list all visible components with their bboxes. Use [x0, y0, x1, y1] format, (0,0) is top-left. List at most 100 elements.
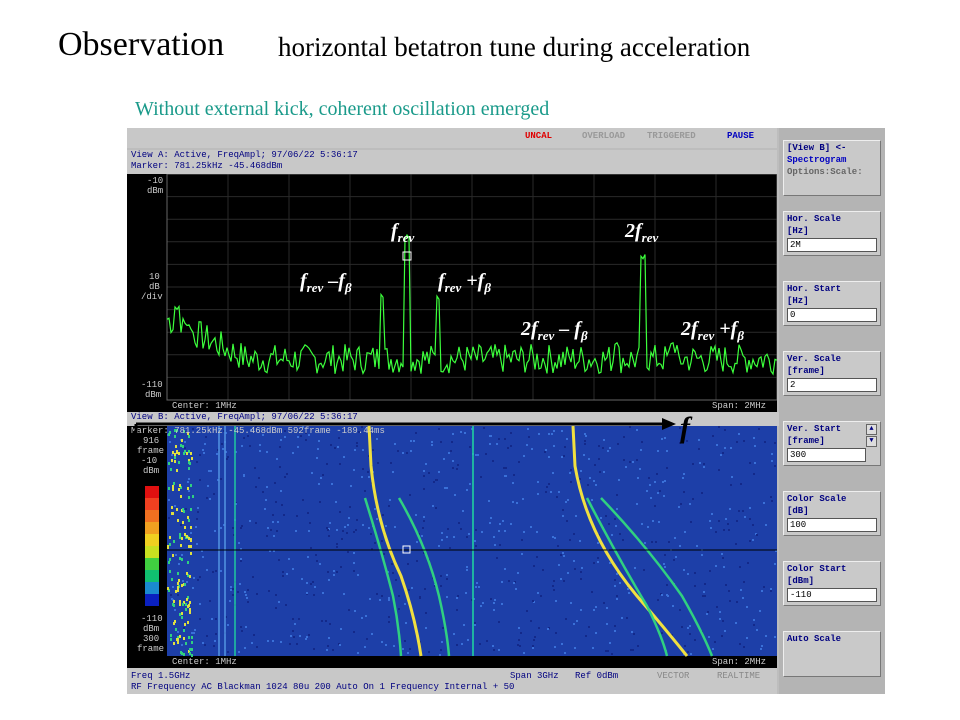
noise-dot: [397, 450, 399, 452]
edge-dot: [178, 488, 180, 491]
noise-dot: [241, 525, 243, 527]
ver-start-field[interactable]: 300: [787, 448, 866, 462]
noise-dot: [597, 542, 599, 544]
noise-dot: [340, 628, 342, 630]
noise-dot: [687, 627, 689, 629]
noise-dot: [504, 568, 506, 570]
noise-dot: [716, 444, 718, 446]
dbm-top: -10: [141, 456, 158, 466]
label-2frev-minus-fbeta: 2frev – fβ: [521, 318, 588, 343]
noise-dot: [264, 508, 266, 510]
auto-scale-button[interactable]: Auto Scale: [783, 631, 881, 677]
edge-dot: [183, 629, 185, 632]
edge-dot: [189, 611, 191, 614]
mode-label: Spectrogram: [787, 155, 847, 165]
noise-dot: [298, 618, 300, 620]
noise-dot: [618, 479, 620, 481]
noise-dot: [522, 498, 524, 500]
view-select-box[interactable]: [View B] <- Spectrogram Options:Scale:: [783, 140, 881, 196]
noise-dot: [548, 483, 550, 485]
noise-dot: [545, 449, 547, 451]
noise-dot: [736, 520, 738, 522]
noise-dot: [187, 481, 189, 483]
edge-dot: [167, 546, 169, 549]
noise-dot: [749, 462, 751, 464]
noise-dot: [628, 592, 630, 594]
noise-dot: [255, 522, 257, 524]
noise-dot: [214, 640, 216, 642]
edge-dot: [187, 487, 189, 490]
noise-dot: [220, 478, 222, 480]
edge-dot: [186, 598, 188, 601]
noise-dot: [666, 594, 668, 596]
dbm-top-unit: dBm: [143, 466, 160, 476]
noise-dot: [202, 556, 204, 558]
noise-dot: [706, 613, 708, 615]
noise-dot: [168, 499, 170, 501]
noise-dot: [724, 447, 726, 449]
noise-dot: [673, 559, 675, 561]
noise-dot: [381, 595, 383, 597]
noise-dot: [532, 645, 534, 647]
noise-dot: [636, 503, 638, 505]
footer-vector: VECTOR: [657, 671, 690, 681]
spin-up-icon[interactable]: ▲: [866, 424, 877, 435]
noise-dot: [441, 641, 443, 643]
spectrogram-view[interactable]: View B: Active, FreqAmpl; 97/06/22 5:36:…: [127, 411, 781, 682]
noise-dot: [712, 435, 714, 437]
noise-dot: [488, 500, 490, 502]
noise-dot: [756, 534, 758, 536]
noise-dot: [444, 487, 446, 489]
noise-dot: [730, 484, 732, 486]
t-axis-label: t: [128, 592, 138, 625]
noise-dot: [441, 539, 443, 541]
noise-dot: [680, 503, 682, 505]
spectrum-view[interactable]: -10 dBm 10 dB /div -110 dBm Center: 1MHz…: [127, 174, 777, 412]
color-scale-field[interactable]: 100: [787, 518, 877, 532]
noise-dot: [743, 646, 745, 648]
noise-dot: [738, 433, 740, 435]
noise-dot: [744, 516, 746, 518]
noise-dot: [421, 535, 423, 537]
colorbar-cell: [145, 486, 159, 498]
hor-scale-box: Hor. Scale [Hz] 2M: [783, 211, 881, 256]
noise-dot: [405, 622, 407, 624]
edge-dot: [180, 444, 182, 447]
noise-dot: [701, 492, 703, 494]
noise-dot: [698, 439, 700, 441]
noise-dot: [561, 643, 563, 645]
edge-dot: [188, 636, 190, 639]
noise-dot: [567, 499, 569, 501]
hor-start-field[interactable]: 0: [787, 308, 877, 322]
noise-dot: [318, 483, 320, 485]
noise-dot: [171, 454, 173, 456]
noise-dot: [215, 570, 217, 572]
noise-dot: [518, 627, 520, 629]
noise-dot: [619, 533, 621, 535]
noise-dot: [502, 520, 504, 522]
noise-dot: [311, 472, 313, 474]
noise-dot: [334, 447, 336, 449]
ver-scale-field[interactable]: 2: [787, 378, 877, 392]
spin-down-icon[interactable]: ▼: [866, 436, 877, 447]
noise-dot: [388, 621, 390, 623]
noise-dot: [404, 603, 406, 605]
noise-dot: [305, 638, 307, 640]
noise-dot: [238, 542, 240, 544]
noise-dot: [342, 530, 344, 532]
edge-dot: [182, 508, 184, 511]
noise-dot: [272, 640, 274, 642]
edge-dot: [187, 561, 189, 564]
noise-dot: [499, 544, 501, 546]
label-2frev-plus-fbeta: 2frev +fβ: [681, 318, 745, 343]
noise-dot: [178, 563, 180, 565]
noise-dot: [438, 471, 440, 473]
noise-dot: [640, 449, 642, 451]
noise-dot: [354, 449, 356, 451]
noise-dot: [687, 573, 689, 575]
noise-dot: [664, 566, 666, 568]
color-start-field[interactable]: -110: [787, 588, 877, 602]
hor-scale-field[interactable]: 2M: [787, 238, 877, 252]
noise-dot: [292, 568, 294, 570]
color-start-label: Color Start: [787, 564, 847, 574]
